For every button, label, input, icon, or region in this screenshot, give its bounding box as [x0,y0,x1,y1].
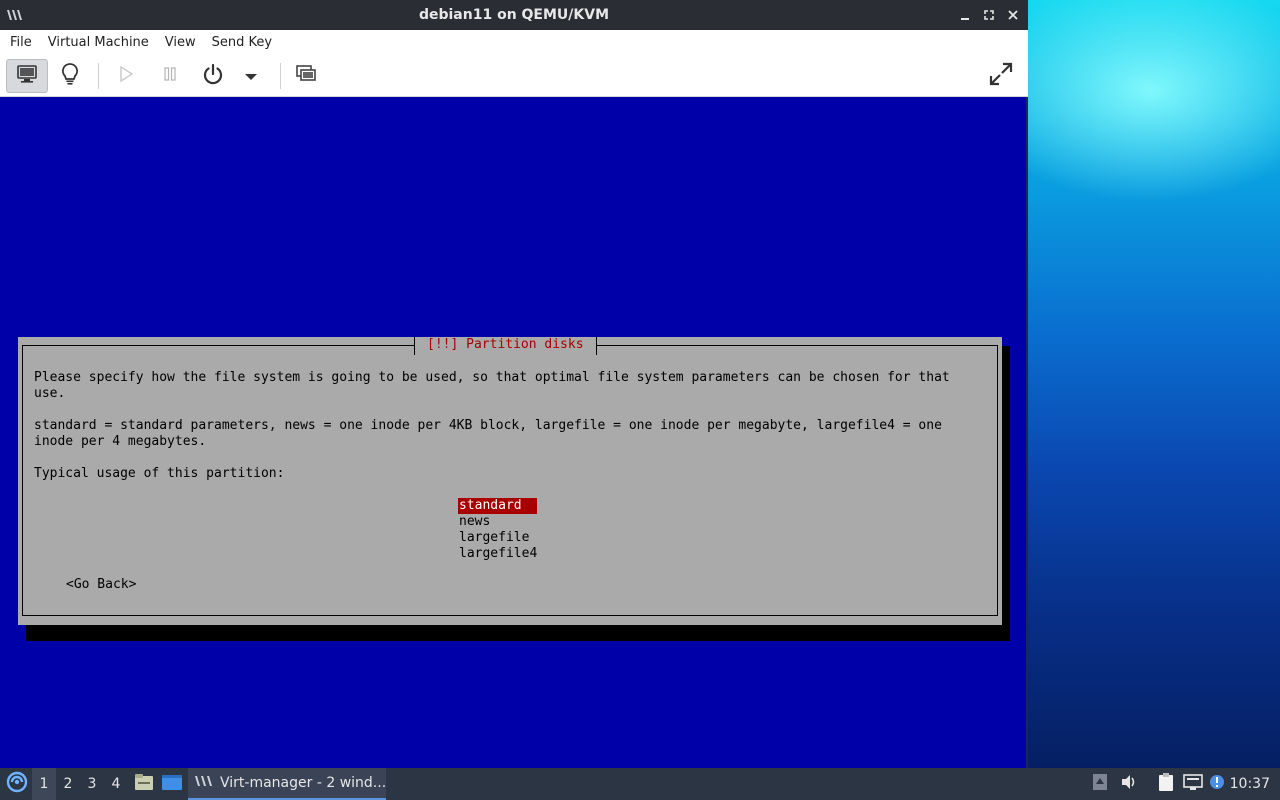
close-icon[interactable] [1004,6,1022,24]
menubar: File Virtual Machine View Send Key [0,30,1028,55]
show-desktop-launcher[interactable] [160,768,184,800]
toolbar-separator [280,63,281,89]
file-manager-icon [134,773,154,795]
option-largefile4[interactable]: largefile4 [458,546,537,562]
start-menu-icon [6,771,28,797]
power-icon [201,62,225,90]
menu-virtual-machine[interactable]: Virtual Machine [40,35,157,50]
menu-file[interactable]: File [2,35,40,50]
volume-tray[interactable] [1118,768,1140,800]
virt-manager-icon [6,8,24,22]
notification-icon [1209,774,1225,794]
menu-send-key[interactable]: Send Key [204,35,280,50]
window-titlebar[interactable]: debian11 on QEMU/KVM [0,0,1028,30]
snapshots-button[interactable] [292,59,320,93]
file-manager-launcher[interactable] [132,768,156,800]
start-menu-button[interactable] [4,768,30,800]
option-news[interactable]: news [458,514,490,530]
clipboard-tray[interactable] [1156,768,1176,800]
vm-console[interactable]: [!!] Partition disks Please specify how … [0,97,1026,768]
go-back-button[interactable]: <Go Back> [66,577,136,593]
dialog-paragraph-1: Please specify how the file system is go… [34,370,958,401]
taskbar: 1 2 3 4 Virt-manager - 2 wind... 10:37 [0,768,1280,800]
menu-view[interactable]: View [157,35,204,50]
console-button[interactable] [6,59,48,93]
lightbulb-icon [60,62,80,90]
fullscreen-button[interactable] [984,59,1018,93]
fullscreen-icon [988,61,1014,91]
dialog-title: [!!] Partition disks [414,337,597,355]
taskbar-task-virt-manager[interactable]: Virt-manager - 2 wind... [188,768,386,800]
window-title: debian11 on QEMU/KVM [418,7,610,23]
show-desktop-icon [161,773,183,795]
workspace-2[interactable]: 2 [56,768,80,800]
run-button[interactable] [112,59,140,93]
minimize-icon[interactable] [956,6,974,24]
workspace-3[interactable]: 3 [80,768,104,800]
workspace-1[interactable]: 1 [32,768,56,800]
partition-disks-dialog: [!!] Partition disks Please specify how … [18,337,1002,625]
play-icon [118,65,134,87]
network-icon [1183,773,1203,795]
maximize-icon[interactable] [980,6,998,24]
dialog-prompt: Typical usage of this partition: [34,466,285,481]
shutdown-menu-button[interactable] [240,59,262,93]
details-button[interactable] [56,59,84,93]
clock[interactable]: 10:37 [1230,768,1270,800]
dialog-paragraph-2: standard = standard parameters, news = o… [34,418,950,449]
snapshots-icon [295,64,317,88]
updates-tray[interactable] [1090,768,1110,800]
pause-button[interactable] [156,59,184,93]
toolbar-separator [98,63,99,89]
option-largefile[interactable]: largefile [458,530,529,546]
clipboard-icon [1158,772,1174,796]
option-standard[interactable]: standard [458,498,537,514]
volume-icon [1120,774,1138,794]
virt-manager-icon [194,774,214,792]
task-label: Virt-manager - 2 wind... [220,775,386,791]
pause-icon [162,66,178,86]
toolbar [0,55,1028,97]
caret-down-icon [244,67,258,86]
notification-tray[interactable] [1208,768,1226,800]
workspace-4[interactable]: 4 [104,768,128,800]
monitor-icon [16,64,38,88]
vm-window: debian11 on QEMU/KVM File Virtual Machin… [0,0,1028,768]
updates-icon [1092,773,1108,795]
network-tray[interactable] [1182,768,1204,800]
shutdown-button[interactable] [198,59,228,93]
